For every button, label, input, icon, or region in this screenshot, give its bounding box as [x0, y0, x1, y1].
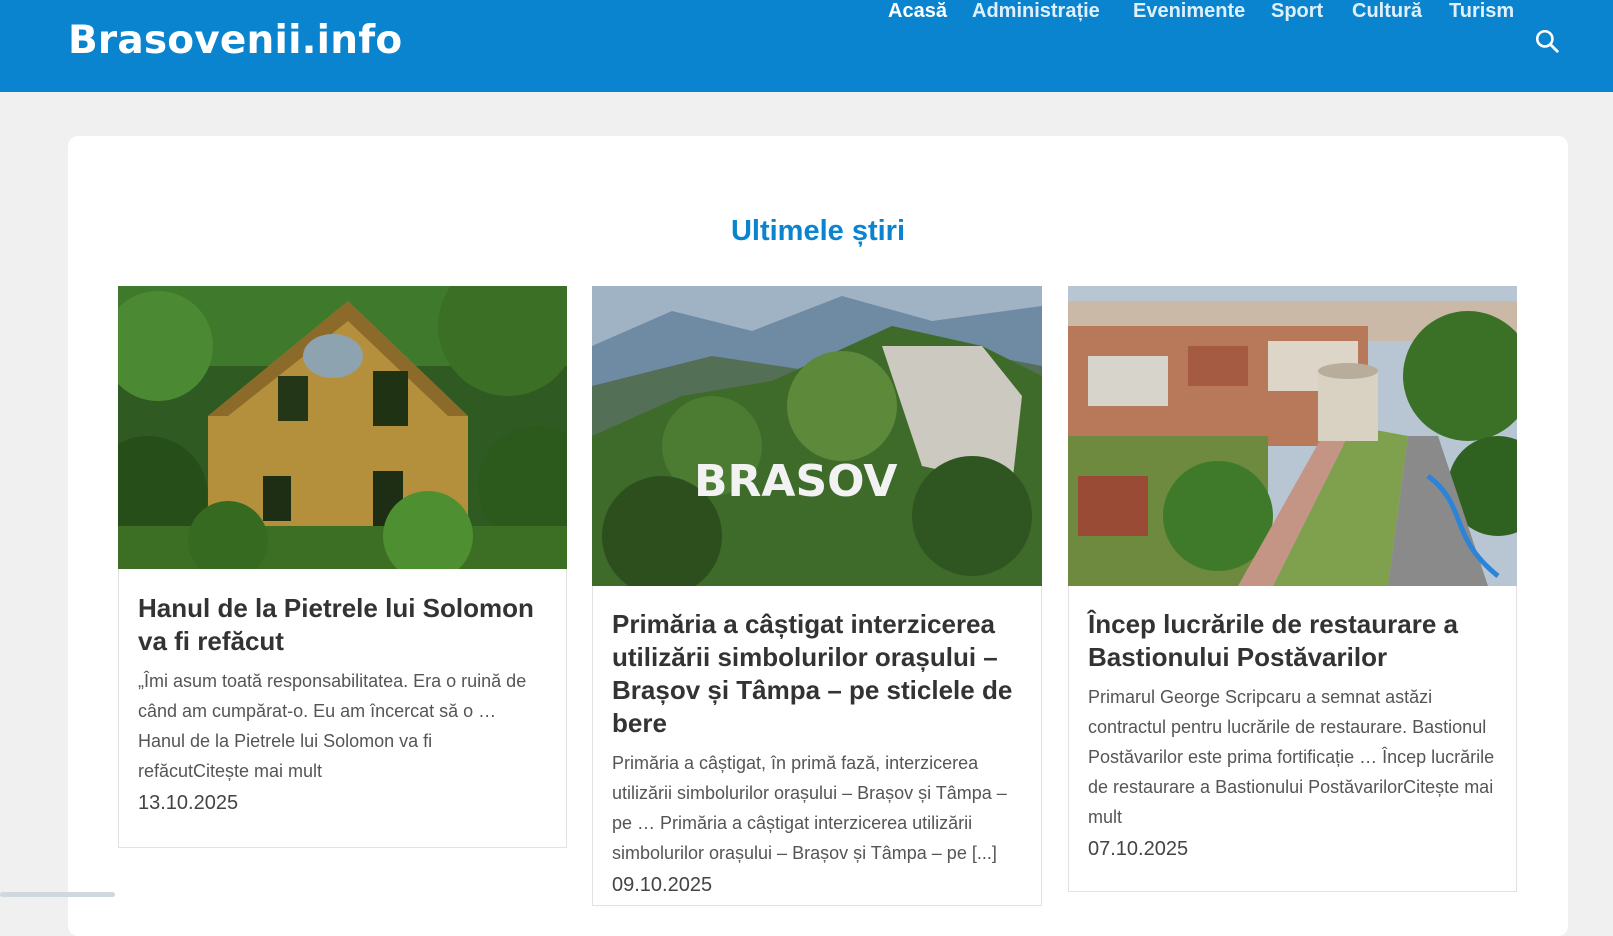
- news-card-2: BRASOV Primăria a câștigat interzicerea …: [592, 286, 1042, 906]
- site-header: Brasovenii.info Acasă Administrație Even…: [0, 0, 1613, 92]
- news-card-3: Încep lucrările de restaurare a Bastionu…: [1068, 286, 1517, 892]
- card-2-title[interactable]: Primăria a câștigat interzicerea utiliză…: [612, 608, 1023, 740]
- section-title: Ultimele știri: [730, 215, 906, 247]
- card-2-image[interactable]: BRASOV: [592, 286, 1042, 586]
- card-3-excerpt: Primarul George Scripcaru a semnat astăz…: [1088, 687, 1495, 827]
- card-1-body: Hanul de la Pietrele lui Solomon va fi r…: [138, 592, 548, 815]
- card-2-excerpt: Primăria a câștigat, în primă fază, inte…: [612, 753, 1007, 863]
- site-logo[interactable]: Brasovenii.info: [68, 18, 402, 63]
- card-2-image-text: BRASOV: [694, 456, 897, 507]
- nav-item-turism[interactable]: Turism: [1449, 0, 1514, 23]
- card-3-title[interactable]: Încep lucrările de restaurare a Bastionu…: [1088, 608, 1498, 674]
- card-1-image[interactable]: [118, 286, 567, 569]
- card-3-image[interactable]: [1068, 286, 1517, 586]
- search-icon[interactable]: [1534, 28, 1560, 54]
- card-1-date: 13.10.2025: [138, 792, 239, 814]
- card-1-title[interactable]: Hanul de la Pietrele lui Solomon va fi r…: [138, 592, 548, 658]
- nav-item-sport[interactable]: Sport: [1271, 0, 1323, 23]
- news-card-1: Hanul de la Pietrele lui Solomon va fi r…: [118, 286, 567, 848]
- card-1-excerpt: „Îmi asum toată responsabilitatea. Era o…: [138, 671, 527, 781]
- card-2-date: 09.10.2025: [612, 874, 713, 896]
- nav-item-acasa[interactable]: Acasă: [888, 0, 947, 23]
- horizontal-scrollbar[interactable]: [0, 892, 115, 897]
- card-3-date: 07.10.2025: [1088, 838, 1189, 860]
- nav-item-cultura[interactable]: Cultură: [1352, 0, 1422, 23]
- card-2-body: Primăria a câștigat interzicerea utiliză…: [612, 608, 1023, 897]
- nav-item-administratie[interactable]: Administrație: [972, 0, 1100, 23]
- card-3-body: Încep lucrările de restaurare a Bastionu…: [1088, 608, 1498, 861]
- nav-item-evenimente[interactable]: Evenimente: [1133, 0, 1245, 23]
